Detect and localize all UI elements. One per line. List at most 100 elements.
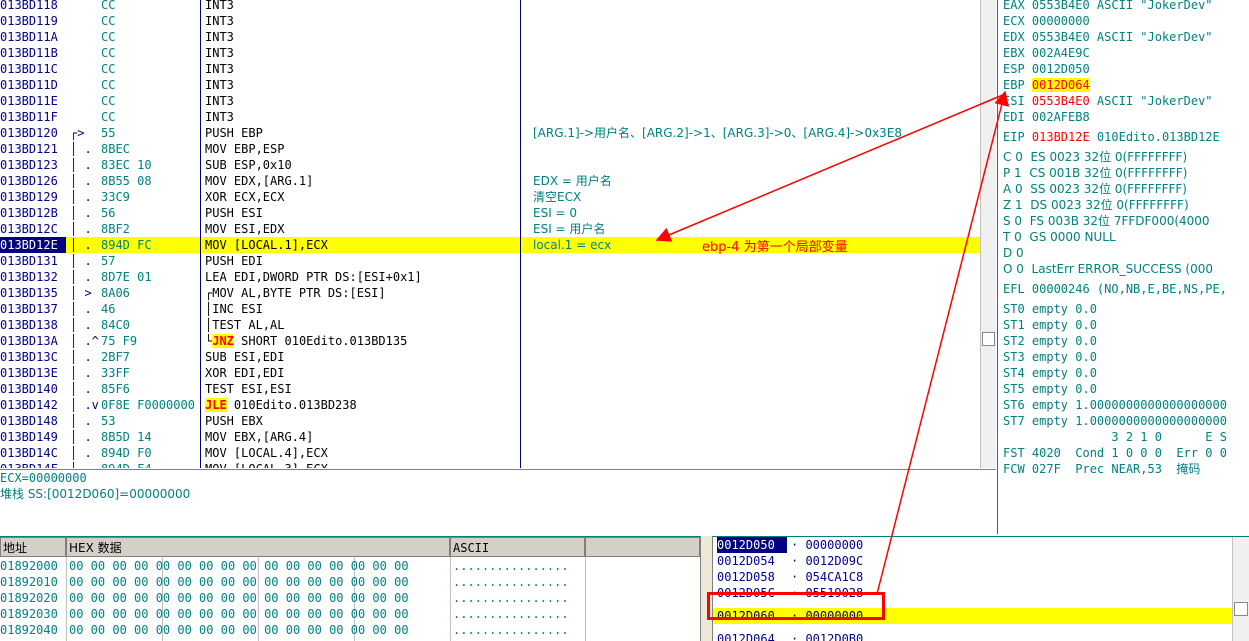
disasm-instruction[interactable]: XOR EDI,EDI (205, 365, 515, 381)
disasm-address[interactable]: 013BD14F (0, 461, 66, 468)
disassembly-pane[interactable]: 013BD118 CC INT3 013BD119 CC INT3 013BD11A CC IN… (0, 0, 996, 468)
disasm-address[interactable]: 013BD132 (0, 269, 66, 285)
disasm-address[interactable]: 013BD118 (0, 0, 66, 13)
disasm-address[interactable]: 013BD121 (0, 141, 66, 157)
disasm-comment[interactable]: ESI = 0 (533, 205, 983, 221)
stack-value[interactable]: · 0012D09C (791, 553, 871, 569)
disasm-instruction[interactable]: MOV [LOCAL.3],ECX (205, 461, 515, 468)
disasm-address[interactable]: 013BD13C (0, 349, 66, 365)
disasm-instruction[interactable]: INT3 (205, 29, 515, 45)
disasm-instruction[interactable]: MOV [LOCAL.4],ECX (205, 445, 515, 461)
disasm-row[interactable]: 013BD140 │ . 85F6 TEST ESI,ESI (0, 381, 980, 397)
disasm-row[interactable]: 013BD123 │ . 83EC 10 SUB ESP,0x10 (0, 157, 980, 173)
register-ebp[interactable]: EBP 0012D064 (1003, 77, 1090, 93)
register-eip[interactable]: EIP 013BD12E 010Edito.013BD12E (1003, 129, 1220, 145)
disasm-address[interactable]: 013BD149 (0, 429, 66, 445)
disasm-instruction[interactable]: SUB ESP,0x10 (205, 157, 515, 173)
register-value[interactable]: 0012D050 (1032, 62, 1090, 76)
disasm-row[interactable]: 013BD12C │ . 8BF2 MOV ESI,EDX ESI = 用户名 (0, 221, 980, 237)
stack-address[interactable]: 0012D054 (717, 553, 787, 569)
disasm-hex-bytes[interactable]: 8BF2 (101, 221, 201, 237)
disasm-instruction[interactable]: SUB ESI,EDI (205, 349, 515, 365)
disasm-hex-bytes[interactable]: 894D FC (101, 237, 201, 253)
register-value[interactable]: 00000000 (1032, 14, 1090, 28)
dump-header-hex[interactable]: HEX 数据 (66, 537, 450, 557)
disasm-row[interactable]: 013BD138 │ . 84C0 │TEST AL,AL (0, 317, 980, 333)
stack-scrollbar[interactable] (1232, 537, 1249, 641)
disasm-instruction[interactable]: │INC ESI (205, 301, 515, 317)
disasm-address[interactable]: 013BD123 (0, 157, 66, 173)
dump-address[interactable]: 01892000 (0, 558, 58, 574)
fpu-register[interactable]: ST1 empty 0.0 (1003, 317, 1097, 333)
stack-value[interactable]: · 0012D0B0 (791, 631, 871, 641)
dump-address[interactable]: 01892030 (0, 606, 58, 622)
disasm-instruction[interactable]: │TEST AL,AL (205, 317, 515, 333)
fpu-bits-header[interactable]: 3 2 1 0 E S (1003, 429, 1227, 445)
stack-address[interactable]: 0012D058 (717, 569, 787, 585)
registers-pane[interactable]: EAX 0553B4E0 ASCII "JokerDev" ECX 0000000… (997, 0, 1249, 534)
disasm-address[interactable]: 013BD138 (0, 317, 66, 333)
disasm-row[interactable]: 013BD148 │ . 53 PUSH EBX (0, 413, 980, 429)
disasm-address[interactable]: 013BD131 (0, 253, 66, 269)
dump-header-address[interactable]: 地址 (0, 537, 66, 557)
disasm-hex-bytes[interactable]: 55 (101, 125, 201, 141)
stack-row[interactable]: 0012D058 · 054CA1C8 (713, 569, 1233, 585)
fpu-register[interactable]: ST0 empty 0.0 (1003, 301, 1097, 317)
register-ecx[interactable]: ECX 00000000 (1003, 13, 1090, 29)
disasm-row[interactable]: 013BD14C │ . 894D F0 MOV [LOCAL.4],ECX (0, 445, 980, 461)
disasm-comment[interactable]: [ARG.1]->用户名、[ARG.2]->1、[ARG.3]->0、[ARG.… (533, 125, 983, 141)
stack-address[interactable]: 0012D050 (717, 537, 787, 553)
register-esp[interactable]: ESP 0012D050 (1003, 61, 1090, 77)
flag-line[interactable]: D 0 (1003, 245, 1024, 261)
fpu-register[interactable]: ST3 empty 0.0 (1003, 349, 1097, 365)
stack-row[interactable]: 0012D064 · 0012D0B0 (713, 631, 1233, 641)
disasm-hex-bytes[interactable]: 8BEC (101, 141, 201, 157)
disasm-instruction[interactable]: MOV EBX,[ARG.4] (205, 429, 515, 445)
fpu-register[interactable]: ST7 empty 1.0000000000000000000 (1003, 413, 1227, 429)
disasm-hex-bytes[interactable]: 83EC 10 (101, 157, 201, 173)
disasm-hex-bytes[interactable]: 8D7E 01 (101, 269, 201, 285)
disasm-address[interactable]: 013BD13A (0, 333, 66, 349)
dump-hex[interactable]: 00 00 00 00 00 00 00 00 00 00 00 00 00 0… (69, 574, 409, 590)
disasm-address[interactable]: 013BD142 (0, 397, 66, 413)
disasm-instruction[interactable]: MOV EDX,[ARG.1] (205, 173, 515, 189)
disasm-address[interactable]: 013BD11B (0, 45, 66, 61)
disasm-address[interactable]: 013BD120 (0, 125, 66, 141)
pane-divider[interactable] (700, 536, 712, 641)
disasm-row[interactable]: 013BD11A CC INT3 (0, 29, 980, 45)
register-edx[interactable]: EDX 0553B4E0 ASCII "JokerDev" (1003, 29, 1213, 45)
disasm-address[interactable]: 013BD119 (0, 13, 66, 29)
disasm-address[interactable]: 013BD126 (0, 173, 66, 189)
fpu-status[interactable]: FST 4020 Cond 1 0 0 0 Err 0 0 (1003, 445, 1227, 461)
dump-hex[interactable]: 00 00 00 00 00 00 00 00 00 00 00 00 00 0… (69, 622, 409, 638)
disasm-row[interactable]: 013BD121 │ . 8BEC MOV EBP,ESP (0, 141, 980, 157)
disasm-instruction[interactable]: PUSH EBX (205, 413, 515, 429)
disasm-row[interactable]: 013BD11B CC INT3 (0, 45, 980, 61)
disasm-instruction[interactable]: ┌MOV AL,BYTE PTR DS:[ESI] (205, 285, 515, 301)
disasm-hex-bytes[interactable]: CC (101, 45, 201, 61)
hex-dump-pane[interactable]: 地址 HEX 数据 ASCII 01892000 00 00 00 00 00 0… (0, 536, 700, 641)
disasm-hex-bytes[interactable]: 33C9 (101, 189, 201, 205)
dump-address[interactable]: 01892020 (0, 590, 58, 606)
dump-address[interactable]: 01892010 (0, 574, 58, 590)
disasm-hex-bytes[interactable]: CC (101, 61, 201, 77)
disasm-row[interactable]: 013BD126 │ . 8B55 08 MOV EDX,[ARG.1] EDX = 用… (0, 173, 980, 189)
flag-line[interactable]: O 0 LastErr ERROR_SUCCESS (000 (1003, 261, 1213, 277)
disasm-address[interactable]: 013BD11E (0, 93, 66, 109)
dump-ascii[interactable]: ................ (453, 590, 569, 606)
disasm-hex-bytes[interactable]: 33FF (101, 365, 201, 381)
flag-line[interactable]: C 0 ES 0023 32位 0(FFFFFFFF) (1003, 149, 1187, 165)
disassembly-scrollbar[interactable] (980, 0, 996, 468)
disasm-hex-bytes[interactable]: 57 (101, 253, 201, 269)
disasm-hex-bytes[interactable]: 56 (101, 205, 201, 221)
disasm-row[interactable]: 013BD149 │ . 8B5D 14 MOV EBX,[ARG.4] (0, 429, 980, 445)
fpu-register[interactable]: ST2 empty 0.0 (1003, 333, 1097, 349)
register-ebx[interactable]: EBX 002A4E9C (1003, 45, 1090, 61)
disasm-instruction[interactable]: INT3 (205, 13, 515, 29)
disasm-hex-bytes[interactable]: 0F8E F0000000 (101, 397, 201, 413)
disasm-row[interactable]: 013BD11D CC INT3 (0, 77, 980, 93)
disasm-row[interactable]: 013BD142 │ .v 0F8E F0000000 JLE 010Edito.01… (0, 397, 980, 413)
disasm-hex-bytes[interactable]: 8A06 (101, 285, 201, 301)
stack-address[interactable]: 0012D064 (717, 631, 787, 641)
disasm-address[interactable]: 013BD11D (0, 77, 66, 93)
